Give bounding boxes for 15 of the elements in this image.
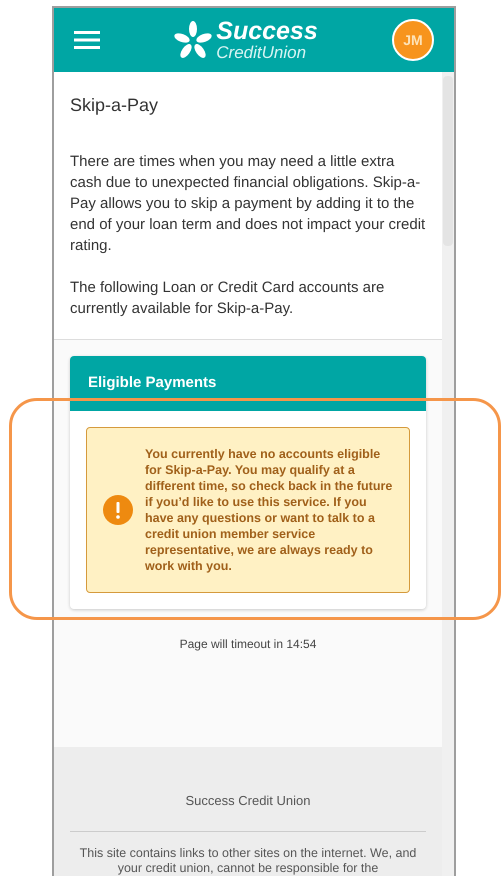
card-title: Eligible Payments	[88, 373, 216, 394]
user-avatar[interactable]: JM	[392, 19, 434, 61]
intro-paragraph: The following Loan or Credit Card accounts are currently available for Skip-a-Pay.	[70, 278, 386, 319]
footer-disclaimer: This site contains links to other sites on the internet. We, and your credit union, cannot be responsible for the	[78, 844, 418, 876]
exclamation-icon	[103, 495, 133, 525]
footer-title: Success Credit Union	[70, 791, 426, 832]
page-title: Skip-a-Pay	[70, 94, 160, 117]
flower-logo-icon	[174, 21, 212, 59]
timeout-notice: Page will timeout in 14:54	[178, 636, 318, 653]
logo-subtitle: CreditUnion	[216, 44, 308, 61]
scrollbar-thumb[interactable]	[443, 76, 453, 246]
logo-title: Success	[216, 19, 318, 44]
alert-message: You currently have no accounts eligible for Skip-a-Pay. You may qualify at a different time, so check back in the future if you’d like to use this service. If you have any questions or want to talk to a credit union member service representative, we are always ready to work with you.	[145, 446, 394, 574]
intro-paragraph: There are times when you may need a little extra cash due to unexpected financial obligations. Skip-a-Pay allows you to skip a payment by adding it to the end of your loan term and does not impact your credit rating.	[70, 152, 426, 256]
menu-icon[interactable]	[74, 30, 100, 50]
